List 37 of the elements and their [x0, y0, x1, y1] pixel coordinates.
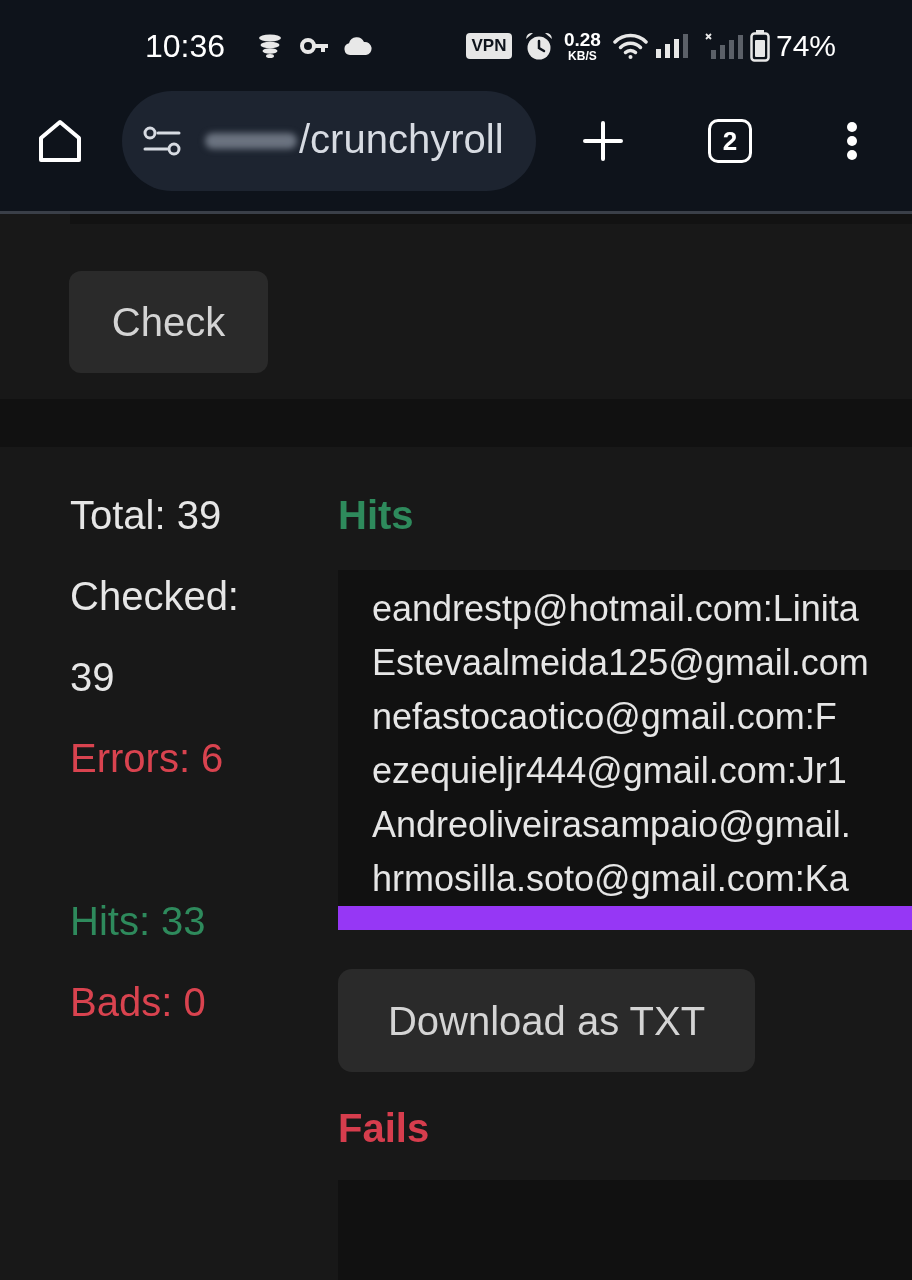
hits-textarea[interactable]: eandrestp@hotmail.com:Linita Estevaalmeida125@gmail.com nefastocaotico@gmail.com:F ezequieljr444@gmail.com:Jr1 Andreoliveirasampaio@gmail. hrmosilla.soto@gmail.com:Ka	[338, 570, 912, 930]
signal-icon	[655, 33, 688, 58]
vpn-badge: VPN	[465, 32, 512, 59]
home-icon[interactable]	[38, 119, 82, 164]
battery-icon	[749, 29, 770, 62]
check-button[interactable]: Check	[69, 270, 268, 373]
text-line: ezequieljr444@gmail.com:Jr1	[372, 749, 847, 793]
stat-text: Errors: 6	[70, 735, 225, 782]
text-line: nefastocaotico@gmail.com:F	[372, 695, 837, 739]
stat-text: Total: 39	[70, 492, 223, 539]
menu-icon[interactable]	[845, 121, 859, 162]
cloud-icon	[344, 36, 373, 55]
signal-off-icon	[704, 32, 743, 59]
key-icon	[300, 37, 329, 54]
stat-text: Bads: 0	[70, 979, 207, 1026]
text-line: eandrestp@hotmail.com:Linita	[372, 587, 859, 631]
plus-icon[interactable]	[583, 121, 623, 162]
combo-input-field[interactable]	[70, 213, 912, 224]
network-speed-unit: KB/S	[568, 49, 597, 62]
text-line: hrmosilla.soto@gmail.com:Ka	[372, 857, 849, 901]
layers-icon	[258, 33, 283, 58]
text-line: Estevaalmeida125@gmail.com	[372, 641, 869, 685]
clock-time: 10:36	[145, 29, 226, 62]
download-button[interactable]: Download as TXT	[338, 969, 755, 1072]
hits-heading: Hits	[338, 492, 414, 539]
text-line: Andreoliveirasampaio@gmail.	[372, 803, 851, 847]
wifi-icon	[612, 32, 648, 59]
fails-heading: Fails	[338, 1105, 430, 1152]
address-bar[interactable]: /crunchyroll	[122, 91, 536, 192]
tab-count-button[interactable]: 2	[708, 119, 752, 164]
stat-text: Hits: 33	[70, 898, 207, 945]
battery-percent: 74%	[775, 30, 836, 61]
network-speed-value: 0.28	[563, 29, 601, 49]
site-settings-icon[interactable]	[143, 126, 181, 157]
stat-text: Checked: 39	[70, 573, 240, 701]
scrollbar[interactable]	[338, 906, 912, 930]
alarm-clock-icon	[524, 31, 553, 60]
